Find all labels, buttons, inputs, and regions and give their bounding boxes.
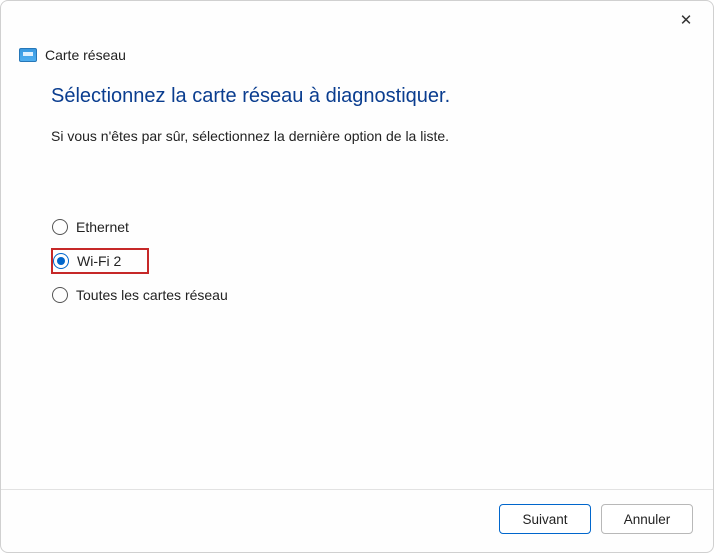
radio-label: Wi-Fi 2 [77,253,121,269]
next-button-label: Suivant [522,512,567,527]
page-heading: Sélectionnez la carte réseau à diagnosti… [51,85,663,108]
network-card-icon [19,48,37,62]
adapter-radio-group: Ethernet Wi-Fi 2 Toutes les cartes résea… [51,214,663,308]
close-button[interactable]: ✕ [671,5,701,35]
dialog-window: ✕ Carte réseau Sélectionnez la carte rés… [0,0,714,553]
dialog-footer: Suivant Annuler [1,489,713,552]
close-icon: ✕ [680,11,693,29]
radio-label: Ethernet [76,219,129,235]
dialog-content: Sélectionnez la carte réseau à diagnosti… [1,73,713,489]
radio-icon [52,287,68,303]
next-button[interactable]: Suivant [499,504,591,534]
radio-dot [57,257,65,265]
instruction-text: Si vous n'êtes par sûr, sélectionnez la … [51,128,663,144]
radio-icon [52,219,68,235]
radio-label: Toutes les cartes réseau [76,287,228,303]
cancel-button-label: Annuler [624,512,671,527]
radio-option-ethernet[interactable]: Ethernet [51,214,663,240]
radio-icon-selected [53,253,69,269]
dialog-title: Carte réseau [45,47,126,63]
radio-option-all[interactable]: Toutes les cartes réseau [51,282,663,308]
cancel-button[interactable]: Annuler [601,504,693,534]
dialog-header: Carte réseau [1,47,713,73]
titlebar: ✕ [1,1,713,39]
radio-option-wifi2[interactable]: Wi-Fi 2 [51,248,149,274]
